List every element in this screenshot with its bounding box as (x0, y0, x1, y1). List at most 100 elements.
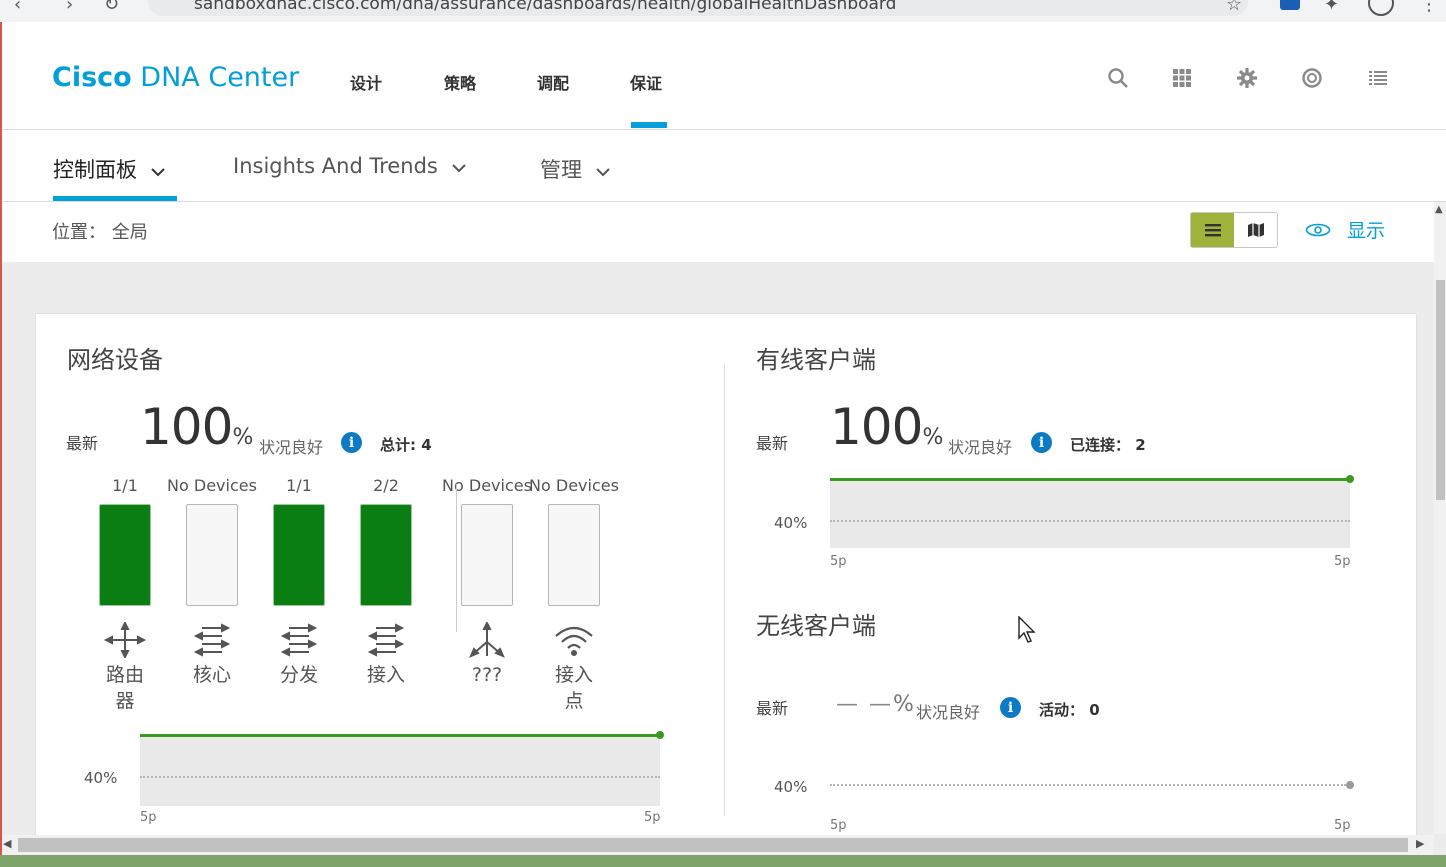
address-bar-url: sandboxdnac.cisco.com/dna/assurance/dash… (194, 0, 897, 14)
percent-sign: % (232, 425, 254, 450)
x-tick-start: 5p (140, 810, 157, 825)
horizontal-scrollbar-thumb[interactable] (18, 838, 1408, 852)
nav-policy[interactable]: 策略 (444, 70, 476, 94)
device-category-3[interactable]: 2/2 接入 (341, 476, 431, 688)
info-icon[interactable]: i (1031, 432, 1052, 453)
nav-design[interactable]: 设计 (350, 70, 382, 94)
list-icon (1204, 224, 1221, 237)
map-view-button[interactable] (1234, 213, 1277, 247)
info-icon[interactable]: i (1000, 697, 1021, 718)
x-tick-end: 5p (1334, 554, 1351, 569)
device-health-bar[interactable] (461, 504, 513, 606)
wired-clients-trend-chart: 40% 5p 5p (774, 475, 1354, 570)
wired-clients-latest-label: 最新 (756, 434, 789, 453)
device-ratio: 1/1 (286, 476, 312, 495)
device-category-name: 分发 (279, 664, 318, 686)
tab-management[interactable]: 管理 (540, 154, 611, 184)
tab-insights-and-trends[interactable]: Insights And Trends (233, 154, 467, 178)
gear-icon[interactable] (1233, 64, 1261, 92)
tab-management-label: 管理 (540, 158, 582, 182)
chart-area (140, 734, 660, 806)
puzzle-icon[interactable]: ✦ (1324, 0, 1339, 15)
eye-icon (1305, 223, 1331, 236)
network-devices-score: 100% (140, 398, 253, 456)
x-tick-start: 5p (830, 818, 847, 833)
network-devices-title: 网络设备 (67, 346, 163, 374)
scroll-left-icon[interactable]: ◀ (3, 837, 11, 850)
tab-dashboard-label: 控制面板 (53, 158, 137, 182)
location-label[interactable]: 位置： 全局 (52, 218, 148, 244)
router-icon (103, 620, 147, 660)
window-edge (0, 22, 2, 855)
wireless-clients-active: 活动： 0 (1039, 701, 1100, 719)
vertical-scrollbar-thumb[interactable] (1436, 280, 1445, 500)
wireless-clients-score-value: — — (836, 692, 893, 717)
device-ratio: No Devices (167, 476, 257, 495)
x-tick-start: 5p (830, 554, 847, 569)
wired-clients-connected: 已连接： 2 (1070, 436, 1146, 454)
list-icon[interactable] (1364, 64, 1392, 92)
tab-insights-label: Insights And Trends (233, 154, 438, 178)
device-category-2[interactable]: 1/1 分发 (254, 476, 344, 688)
device-category-name: 路由 器 (105, 664, 144, 712)
device-category-5[interactable]: No Devices 接入 点 (529, 476, 619, 714)
network-devices-healthy-label: 状况良好 (259, 438, 324, 457)
brand-bold: Cisco (52, 62, 132, 93)
horizontal-scrollbar[interactable]: ◀ ▶ (0, 835, 1434, 855)
globe-icon[interactable] (1298, 64, 1326, 92)
view-toggle (1190, 212, 1278, 248)
nav-provision[interactable]: 调配 (537, 70, 569, 94)
device-health-bar[interactable] (360, 504, 412, 606)
percent-sign: % (922, 425, 944, 450)
health-summary-card: 网络设备 最新 100% 状况良好 i 总计: 4 1/1 路由 器 No Devi… (36, 314, 1416, 844)
device-health-bar[interactable] (548, 504, 600, 606)
info-icon[interactable]: i (341, 432, 362, 453)
extension-icon[interactable] (1280, 0, 1300, 10)
wired-clients-title: 有线客户端 (756, 346, 876, 374)
device-health-bar[interactable] (273, 504, 325, 606)
x-tick-end: 5p (1334, 818, 1351, 833)
health-trend-line (140, 734, 660, 737)
trend-end-point (1346, 781, 1354, 789)
brand-logo[interactable]: Cisco DNA Center (52, 62, 299, 93)
forward-icon[interactable]: › (66, 0, 73, 15)
wireless-clients-latest-label: 最新 (756, 699, 789, 718)
x-tick-end: 5p (644, 810, 661, 825)
trend-end-point (1346, 475, 1354, 483)
device-category-0[interactable]: 1/1 路由 器 (80, 476, 170, 714)
core-switch-icon (190, 622, 234, 658)
nav-assurance[interactable]: 保证 (630, 70, 662, 94)
access-point-icon (552, 622, 596, 658)
active-tab-indicator (53, 196, 177, 201)
bookmark-star-icon[interactable]: ☆ (1226, 0, 1242, 15)
apps-grid-icon[interactable] (1168, 64, 1196, 92)
scroll-up-icon[interactable]: ▲ (1435, 204, 1443, 215)
mouse-cursor-icon (1018, 616, 1036, 643)
device-category-1[interactable]: No Devices 核心 (167, 476, 257, 688)
device-health-bar[interactable] (99, 504, 151, 606)
threshold-line (140, 776, 660, 778)
vertical-scrollbar[interactable]: ▲ (1434, 202, 1446, 834)
reload-icon[interactable]: ↻ (104, 0, 119, 15)
network-devices-latest-label: 最新 (66, 434, 99, 453)
device-health-bar[interactable] (186, 504, 238, 606)
device-category-name: 接入 (366, 664, 405, 686)
sub-nav: 控制面板 Insights And Trends 管理 (0, 130, 1446, 202)
map-icon (1247, 223, 1264, 237)
threshold-label: 40% (84, 769, 118, 787)
chevron-down-icon (451, 164, 466, 173)
health-trend-line (830, 478, 1350, 481)
wireless-clients-score: — —% (836, 692, 914, 717)
chevron-down-icon (150, 168, 165, 177)
back-icon[interactable]: ‹ (14, 0, 21, 15)
search-icon[interactable] (1104, 64, 1132, 92)
tab-dashboard[interactable]: 控制面板 (53, 154, 166, 184)
network-devices-trend-chart: 40% 5p 5p (84, 731, 664, 826)
profile-icon[interactable] (1368, 0, 1394, 16)
threshold-line (830, 520, 1350, 522)
list-view-button[interactable] (1191, 213, 1234, 247)
browser-menu-icon[interactable]: ⋮ (1420, 0, 1438, 15)
access-switch-icon (364, 622, 408, 658)
show-button[interactable]: 显示 (1305, 216, 1385, 243)
scroll-right-icon[interactable]: ▶ (1416, 837, 1424, 850)
